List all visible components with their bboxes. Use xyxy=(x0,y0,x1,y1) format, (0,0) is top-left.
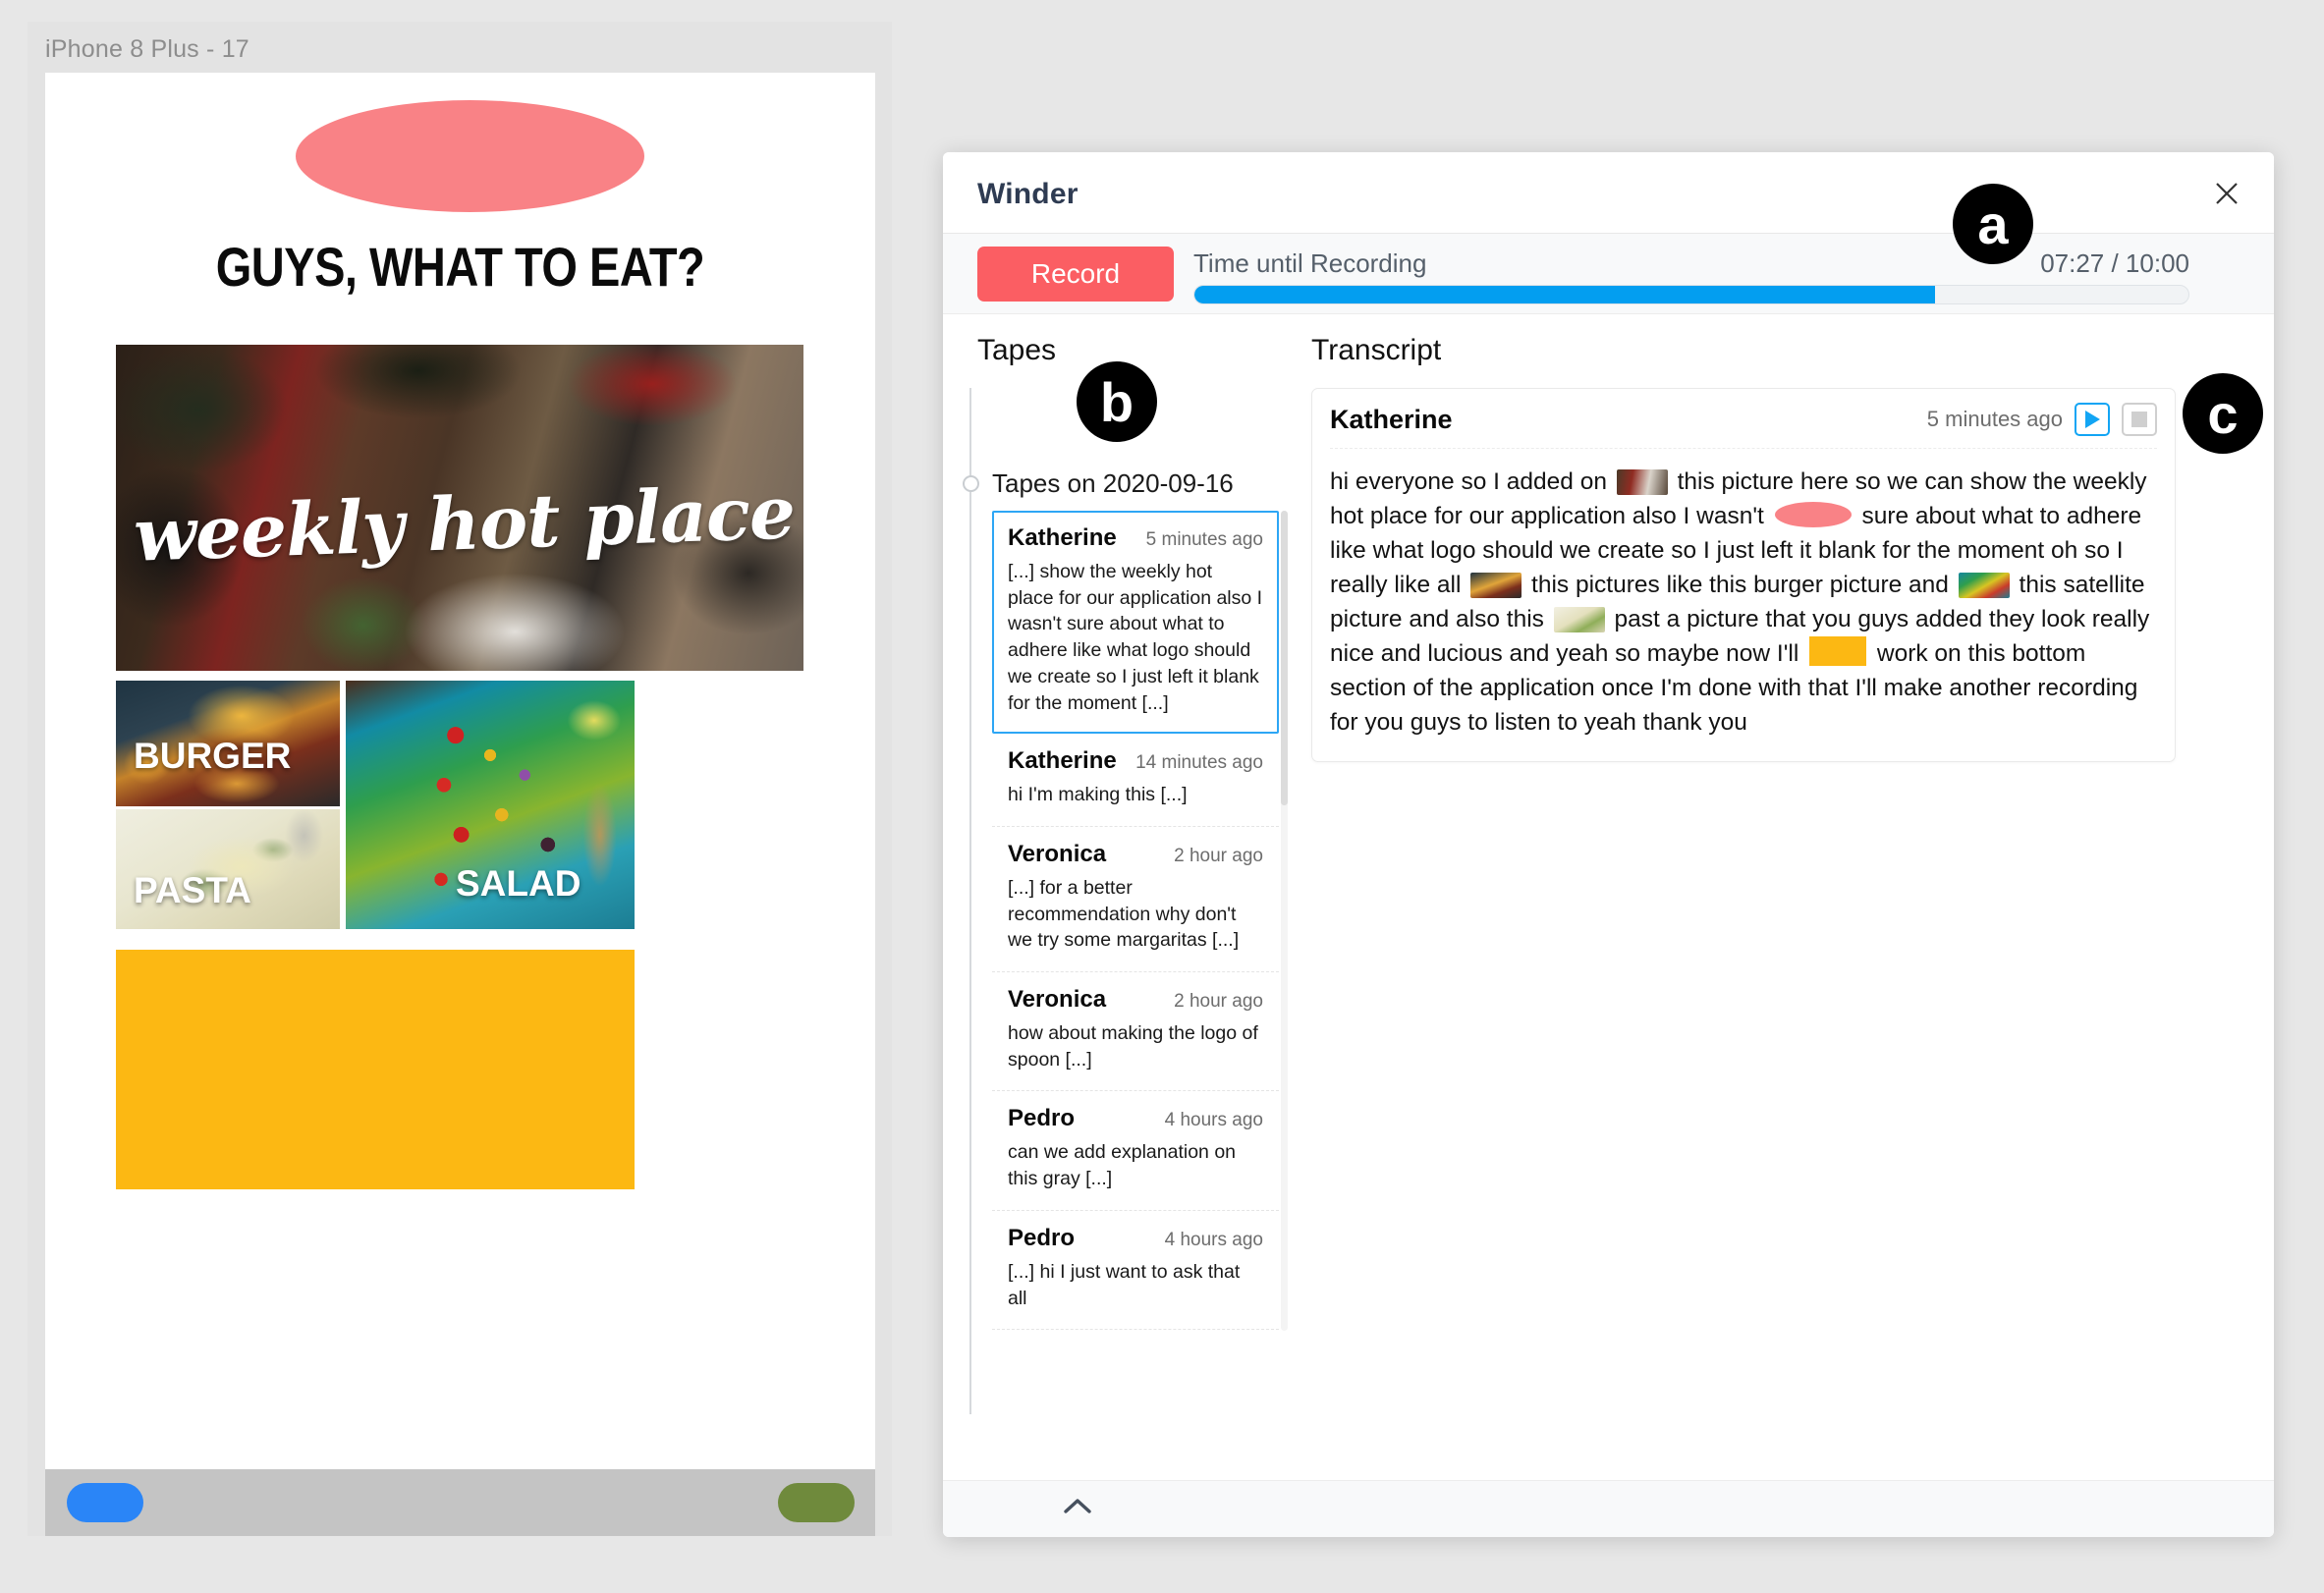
recording-progress-bar[interactable] xyxy=(1193,285,2189,304)
transcript-heading: Transcript xyxy=(1311,334,1442,366)
timeline-rail xyxy=(969,388,971,1414)
winder-content: Tapes Tapes on 2020-09-16 Katherine 5 mi… xyxy=(943,314,2274,1428)
tapes-list[interactable]: Katherine 5 minutes ago [...] show the w… xyxy=(992,511,1279,1331)
simulator-screen[interactable]: GUYS, WHAT TO EAT? weekly hot place BURG… xyxy=(45,73,875,1469)
tape-author: Pedro xyxy=(1008,1224,1076,1251)
app-headline: GUYS, WHAT TO EAT? xyxy=(215,236,705,298)
tape-author: Katherine xyxy=(1008,524,1117,551)
list-item[interactable]: Veronica 2 hour ago [...] for a better r… xyxy=(992,826,1279,973)
yellow-placeholder-block xyxy=(116,950,635,1189)
tapes-scrollbar-thumb[interactable] xyxy=(1281,511,1288,805)
pasta-photo-tile[interactable]: PASTA xyxy=(116,809,340,929)
hero-photo-thumbnail-icon[interactable] xyxy=(1616,469,1668,495)
app-logo-placeholder xyxy=(296,100,644,212)
annotation-marker-b: b xyxy=(1077,361,1157,442)
timeline-node-icon xyxy=(963,475,979,492)
hero-restaurant-photo[interactable]: weekly hot place xyxy=(116,345,803,671)
list-item[interactable]: Katherine 14 minutes ago hi I'm making t… xyxy=(992,734,1279,827)
winder-footer xyxy=(943,1480,2274,1537)
transcript-controls: 5 minutes ago xyxy=(1927,403,2157,436)
tapes-scrollbar[interactable] xyxy=(1281,511,1288,1331)
close-icon[interactable] xyxy=(2207,174,2246,213)
burger-tile-label: BURGER xyxy=(134,736,292,776)
record-button[interactable]: Record xyxy=(977,247,1174,302)
tape-author: Pedro xyxy=(1008,1105,1076,1132)
list-item[interactable]: Katherine 5 minutes ago [...] show the w… xyxy=(992,511,1279,735)
recording-time-value: 07:27 / 10:00 xyxy=(2040,248,2189,278)
tape-snippet: can we add explanation on this gray [...… xyxy=(1008,1141,1237,1190)
green-pill-button[interactable] xyxy=(778,1483,855,1522)
tape-author: Veronica xyxy=(1008,986,1107,1014)
tape-snippet: hi I'm making this [...] xyxy=(1008,784,1188,806)
list-item[interactable]: Veronica 2 hour ago how about making the… xyxy=(992,972,1279,1092)
transcript-text: hi everyone so I added on xyxy=(1330,468,1614,495)
tape-snippet: [...] hi I just want to ask that all xyxy=(1008,1260,1241,1309)
transcript-text: this pictures like this burger picture a… xyxy=(1524,572,1956,599)
tape-item-header: Katherine 14 minutes ago xyxy=(1008,747,1263,775)
transcript-timestamp: 5 minutes ago xyxy=(1926,407,2063,431)
winder-titlebar: Winder xyxy=(943,152,2274,234)
recording-progress-fill xyxy=(1194,286,1935,303)
tape-snippet: [...] for a better recommendation why do… xyxy=(1008,876,1240,952)
tapes-date-group-label: Tapes on 2020-09-16 xyxy=(992,468,1234,498)
salad-photo-tile[interactable]: SALAD xyxy=(346,681,635,929)
hero-photo-caption: weekly hot place xyxy=(132,470,797,578)
yellow-block-icon[interactable] xyxy=(1809,636,1867,667)
transcript-body: hi everyone so I added on this picture h… xyxy=(1330,465,2157,740)
winder-dialog: Winder Record Time until Recording 07:27… xyxy=(943,152,2274,1537)
pink-ellipse-logo-icon[interactable] xyxy=(1774,502,1852,528)
burger-photo-thumbnail-icon[interactable] xyxy=(1470,573,1522,599)
simulator-title: iPhone 8 Plus - 17 xyxy=(45,35,249,63)
time-until-recording-label: Time until Recording xyxy=(1193,248,1427,278)
tape-timestamp: 14 minutes ago xyxy=(1135,752,1263,774)
salad-photo-thumbnail-icon[interactable] xyxy=(1958,573,2010,599)
transcript-author: Katherine xyxy=(1330,404,1453,434)
tape-item-header: Pedro 4 hours ago xyxy=(1008,1105,1263,1132)
tape-timestamp: 4 hours ago xyxy=(1164,1229,1263,1250)
salad-tile-label: SALAD xyxy=(456,863,581,904)
winder-app-title: Winder xyxy=(977,178,1079,210)
tape-item-header: Pedro 4 hours ago xyxy=(1008,1225,1263,1252)
tape-item-header: Veronica 2 hour ago xyxy=(1008,841,1263,868)
record-toolbar: Record Time until Recording 07:27 / 10:0… xyxy=(943,234,2274,314)
tape-timestamp: 4 hours ago xyxy=(1164,1110,1263,1131)
tape-item-header: Veronica 2 hour ago xyxy=(1008,986,1263,1014)
tape-author: Katherine xyxy=(1008,747,1117,775)
tape-item-header: Katherine 5 minutes ago xyxy=(1008,524,1263,552)
annotation-marker-c: c xyxy=(2183,373,2263,454)
annotation-marker-a: a xyxy=(1953,184,2033,264)
play-icon[interactable] xyxy=(2075,403,2110,436)
ios-simulator-window: iPhone 8 Plus - 17 GUYS, WHAT TO EAT? we… xyxy=(28,22,892,1536)
tape-author: Veronica xyxy=(1008,840,1107,867)
list-item[interactable]: Pedro 4 hours ago can we add explanation… xyxy=(992,1091,1279,1211)
blue-pill-button[interactable] xyxy=(67,1483,143,1522)
transcript-card-header: Katherine 5 minutes ago xyxy=(1330,403,2157,449)
transcript-card: Katherine 5 minutes ago hi everyone so I… xyxy=(1311,388,2176,763)
tape-snippet: how about making the logo of spoon [...] xyxy=(1008,1022,1258,1071)
tape-timestamp: 2 hour ago xyxy=(1174,991,1263,1013)
tape-timestamp: 2 hour ago xyxy=(1174,845,1263,866)
burger-photo-tile[interactable]: BURGER xyxy=(116,681,340,806)
tapes-heading: Tapes xyxy=(977,334,1057,366)
list-item[interactable]: Pedro 4 hours ago [...] hi I just want t… xyxy=(992,1210,1279,1331)
transcript-pane: Transcript Katherine 5 minutes ago hi ev… xyxy=(1311,314,2274,1428)
pasta-photo-thumbnail-icon[interactable] xyxy=(1553,607,1605,633)
simulator-bottom-bar xyxy=(45,1469,875,1536)
pasta-tile-label: PASTA xyxy=(134,870,251,910)
tape-timestamp: 5 minutes ago xyxy=(1145,529,1263,550)
stop-icon[interactable] xyxy=(2122,403,2157,436)
tape-snippet: [...] show the weekly hot place for our … xyxy=(1008,561,1263,714)
chevron-up-icon[interactable] xyxy=(1061,1497,1094,1521)
